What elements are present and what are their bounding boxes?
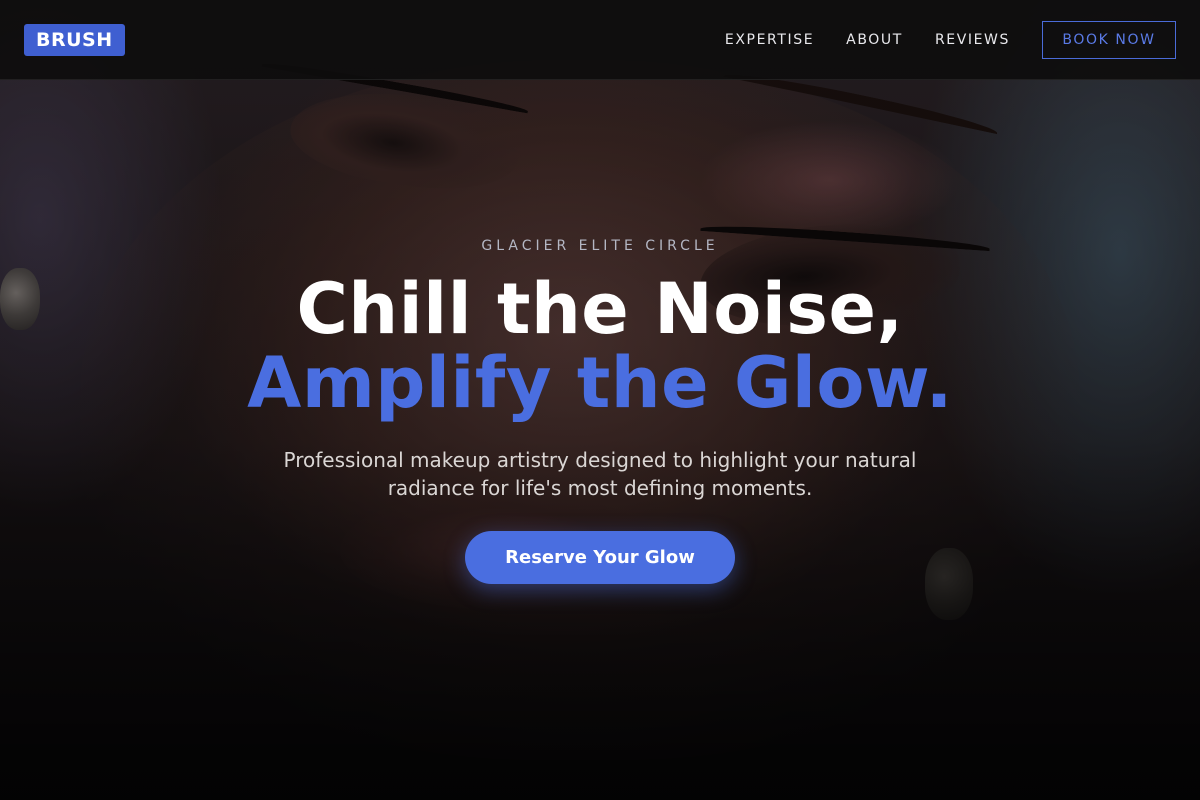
book-now-button[interactable]: BOOK NOW: [1042, 20, 1176, 59]
brand-logo[interactable]: BRUSH: [24, 23, 125, 56]
reserve-your-glow-button[interactable]: Reserve Your Glow: [465, 531, 735, 584]
nav-link-expertise[interactable]: EXPERTISE: [725, 32, 814, 48]
hero-eyebrow: GLACIER ELITE CIRCLE: [481, 238, 719, 254]
nav-links: EXPERTISE ABOUT REVIEWS BOOK NOW: [725, 20, 1176, 59]
hero-content: GLACIER ELITE CIRCLE Chill the Noise, Am…: [0, 236, 1200, 584]
navbar: BRUSH EXPERTISE ABOUT REVIEWS BOOK NOW: [0, 0, 1200, 80]
nav-link-about[interactable]: ABOUT: [846, 32, 903, 48]
nav-link-reviews[interactable]: REVIEWS: [935, 32, 1010, 48]
hero-headline: Chill the Noise, Amplify the Glow.: [0, 272, 1200, 420]
headline-line-1: Chill the Noise,: [296, 268, 904, 350]
headline-line-2: Amplify the Glow.: [247, 342, 953, 424]
hero-subtitle: Professional makeup artistry designed to…: [283, 448, 917, 500]
